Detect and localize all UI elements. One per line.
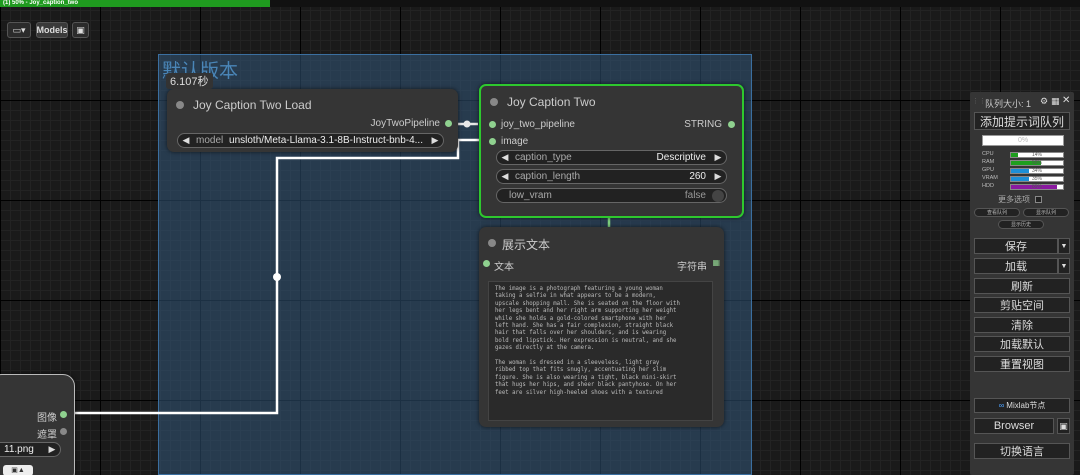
meter-bar-cpu: 14%: [1010, 152, 1064, 158]
meter-bar-vram: 35%: [1010, 176, 1064, 182]
grid-icon[interactable]: ▦: [712, 258, 720, 267]
group-time-badge: 6.107秒: [166, 73, 213, 89]
combo-right-arrow-icon[interactable]: ▶: [44, 444, 60, 455]
caption-type-combo[interactable]: ◀ caption_type Descriptive ▶: [496, 150, 727, 165]
output-slot-string[interactable]: [728, 121, 735, 128]
meter-label-cpu: CPU: [982, 151, 994, 157]
clipspace-button[interactable]: 剪贴空间: [974, 297, 1070, 313]
view-queue-button[interactable]: 查看队列: [974, 208, 1020, 217]
upload-icon[interactable]: ▣▲: [3, 465, 33, 475]
combo-value: 11.png: [4, 444, 34, 455]
combo-right-arrow-icon[interactable]: ▶: [710, 152, 726, 163]
show-queue-button[interactable]: 显示队列: [1023, 208, 1069, 217]
drag-handle-icon[interactable]: ⋮⋮: [972, 97, 986, 105]
meter-value: 58%: [1031, 160, 1042, 166]
combo-label: model: [196, 135, 224, 146]
combo-right-arrow-icon[interactable]: ▶: [427, 135, 443, 146]
link-image: [60, 138, 480, 415]
combo-left-arrow-icon[interactable]: ◀: [178, 135, 194, 146]
low-vram-toggle[interactable]: low_vram false: [496, 188, 727, 203]
caption-length-number[interactable]: ◀ caption_length 260 ▶: [496, 169, 727, 184]
combo-value: Descriptive: [656, 152, 706, 163]
meter-label-ram: RAM: [982, 159, 995, 165]
meter-label-hdd: HDD: [982, 183, 994, 189]
node-title: 展示文本: [502, 238, 551, 252]
toggle-label: low_vram: [509, 190, 552, 201]
increment-arrow-icon[interactable]: ▶: [710, 171, 726, 182]
meter-value: 34%: [1031, 168, 1042, 174]
input-label-text: 文本: [494, 262, 514, 273]
toggle-value: false: [684, 190, 706, 201]
load-button[interactable]: 加载: [974, 258, 1058, 274]
clear-button[interactable]: 清除: [974, 317, 1070, 333]
queue-panel: ⋮⋮ 队列大小: 1 ⚙ ▦ ✕ 添加提示词队列 0% 更多选项 查看队列 显示…: [970, 92, 1074, 475]
node-collapse-dot[interactable]: [488, 239, 496, 247]
link-pipeline-midpoint: [463, 120, 471, 128]
output-label-mask: 遮罩: [37, 430, 57, 441]
decrement-arrow-icon[interactable]: ◀: [497, 171, 513, 182]
more-options-checkbox[interactable]: [1035, 196, 1042, 203]
output-label-pipeline: JoyTwoPipeline: [370, 118, 440, 129]
view-history-button[interactable]: 显示历史: [998, 220, 1044, 229]
combo-left-arrow-icon[interactable]: ◀: [497, 152, 513, 163]
chart-icon[interactable]: ▦: [1051, 96, 1060, 107]
meter-bar-ram: 58%: [1010, 160, 1064, 166]
output-slot-image[interactable]: [60, 411, 67, 418]
save-dropdown-chevron-icon[interactable]: ▼: [1058, 238, 1070, 254]
meter-bar-hdd: 89%: [1010, 184, 1064, 190]
link-image-midpoint: [273, 273, 281, 281]
mixlab-label: Mixlab节点: [1006, 401, 1046, 410]
meter-value: 14%: [1031, 152, 1042, 158]
mixlab-button[interactable]: ∞ Mixlab节点: [974, 398, 1070, 413]
meter-bar-gpu: 34%: [1010, 168, 1064, 174]
combo-label: caption_type: [515, 152, 572, 163]
output-label-image: 图像: [37, 413, 57, 424]
number-value: 260: [689, 171, 706, 182]
input-slot-pipeline[interactable]: [489, 121, 496, 128]
model-combo[interactable]: ◀ model unsloth/Meta-Llama-3.1-8B-Instru…: [177, 133, 444, 148]
save-button[interactable]: 保存: [974, 238, 1058, 254]
reset-view-button[interactable]: 重置视图: [974, 356, 1070, 372]
browser-save-icon[interactable]: ▣: [1057, 418, 1070, 434]
input-slot-image[interactable]: [489, 138, 496, 145]
switch-language-button[interactable]: 切换语言: [974, 443, 1070, 459]
meter-label-gpu: GPU: [982, 167, 994, 173]
gear-icon[interactable]: ⚙: [1040, 96, 1048, 107]
input-label-image: image: [501, 136, 529, 147]
meter-label-vram: VRAM: [982, 175, 998, 181]
toggle-knob[interactable]: [712, 189, 724, 202]
infinity-icon: ∞: [998, 401, 1005, 410]
show-text-content[interactable]: The image is a photograph featuring a yo…: [488, 281, 713, 421]
browser-button[interactable]: Browser: [974, 418, 1054, 434]
node-joy-caption-two-load[interactable]: Joy Caption Two Load JoyTwoPipeline ◀ mo…: [167, 89, 458, 152]
node-show-text[interactable]: 展示文本 文本 字符串 ▦ The image is a photograph …: [479, 227, 724, 427]
add-prompt-queue-button[interactable]: 添加提示词队列: [974, 112, 1070, 130]
meter-value: 35%: [1031, 176, 1042, 182]
node-load-image[interactable]: 图像 遮罩 11.png ▶ ▣▲: [0, 374, 75, 475]
output-label-string: 字符串: [677, 262, 707, 273]
image-file-combo[interactable]: 11.png ▶: [0, 442, 61, 457]
output-slot-pipeline[interactable]: [445, 120, 452, 127]
number-label: caption_length: [515, 171, 581, 182]
load-dropdown-chevron-icon[interactable]: ▼: [1058, 258, 1070, 274]
output-label-string: STRING: [684, 119, 722, 130]
node-joy-caption-two[interactable]: Joy Caption Two joy_two_pipeline STRING …: [479, 84, 744, 218]
queue-progress-bar: 0%: [982, 135, 1064, 146]
more-options-label: 更多选项: [998, 195, 1030, 204]
node-collapse-dot[interactable]: [176, 101, 184, 109]
node-title: Joy Caption Two Load: [193, 98, 312, 112]
node-title: Joy Caption Two: [507, 95, 596, 109]
refresh-button[interactable]: 刷新: [974, 278, 1070, 294]
meter-value: 89%: [1031, 184, 1042, 190]
output-slot-mask[interactable]: [60, 428, 67, 435]
close-icon[interactable]: ✕: [1062, 95, 1070, 106]
input-slot-text[interactable]: [483, 260, 490, 267]
input-label-pipeline: joy_two_pipeline: [501, 119, 575, 130]
load-default-button[interactable]: 加载默认: [974, 336, 1070, 352]
node-collapse-dot[interactable]: [490, 98, 498, 106]
queue-size-label: 队列大小: 1: [985, 99, 1032, 109]
combo-value: unsloth/Meta-Llama-3.1-8B-Instruct-bnb-4…: [229, 135, 423, 146]
